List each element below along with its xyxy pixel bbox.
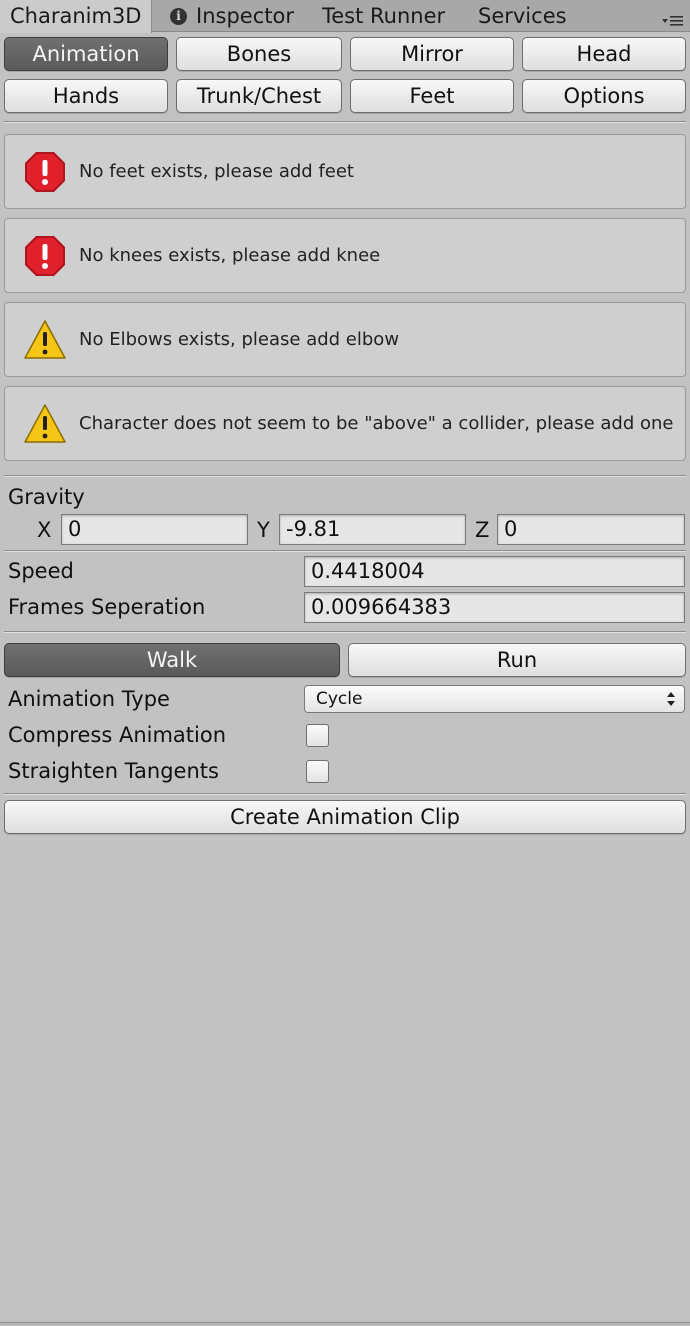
divider — [4, 121, 686, 123]
options-button[interactable]: Options — [522, 79, 686, 113]
tab-inspector[interactable]: i Inspector — [170, 0, 294, 32]
animation-type-label: Animation Type — [8, 687, 170, 711]
speed-label: Speed — [8, 559, 74, 583]
error-message-feet: No feet exists, please add feet — [4, 134, 686, 209]
walk-button[interactable]: Walk — [4, 643, 340, 677]
feet-button[interactable]: Feet — [350, 79, 514, 113]
speed-field[interactable]: 0.4418004 — [304, 556, 685, 587]
compress-animation-checkbox[interactable] — [306, 724, 329, 747]
animation-type-dropdown[interactable]: Cycle — [304, 685, 685, 713]
tab-services[interactable]: Services — [478, 0, 567, 32]
gravity-y-field[interactable]: -9.81 — [279, 514, 466, 545]
run-button[interactable]: Run — [348, 643, 686, 677]
error-icon — [25, 151, 65, 192]
gravity-z-label: Z — [475, 518, 490, 542]
tab-charanim3d[interactable]: Charanim3D — [0, 0, 152, 33]
warning-icon — [24, 319, 66, 359]
tab-test-runner[interactable]: Test Runner — [322, 0, 445, 32]
window-tab-bar: Charanim3D i Inspector Test Runner Servi… — [0, 0, 690, 33]
tab-menu-icon[interactable] — [662, 14, 684, 28]
warning-message-collider: Character does not seem to be "above" a … — [4, 386, 686, 461]
head-button[interactable]: Head — [522, 37, 686, 71]
message-text: Character does not seem to be "above" a … — [79, 413, 674, 434]
error-message-knees: No knees exists, please add knee — [4, 218, 686, 293]
create-animation-clip-button[interactable]: Create Animation Clip — [4, 800, 686, 834]
hands-button[interactable]: Hands — [4, 79, 168, 113]
divider — [4, 550, 686, 552]
dropdown-arrows-icon — [667, 692, 675, 706]
error-icon — [25, 235, 65, 276]
trunk-chest-button[interactable]: Trunk/Chest — [176, 79, 342, 113]
animation-type-value: Cycle — [316, 689, 363, 709]
straighten-tangents-label: Straighten Tangents — [8, 759, 219, 783]
message-text: No Elbows exists, please add elbow — [79, 329, 400, 350]
message-text: No feet exists, please add feet — [79, 161, 354, 182]
bottom-border — [0, 1322, 690, 1326]
tab-inspector-label: Inspector — [196, 4, 294, 28]
frames-seperation-label: Frames Seperation — [8, 595, 206, 619]
mirror-button[interactable]: Mirror — [350, 37, 514, 71]
gravity-label: Gravity — [8, 485, 85, 509]
gravity-y-label: Y — [257, 518, 270, 542]
straighten-tangents-checkbox[interactable] — [306, 760, 329, 783]
animation-button[interactable]: Animation — [4, 37, 168, 71]
gravity-x-label: X — [37, 518, 52, 542]
info-icon: i — [170, 7, 187, 25]
bones-button[interactable]: Bones — [176, 37, 342, 71]
frames-seperation-field[interactable]: 0.009664383 — [304, 592, 685, 623]
message-text: No knees exists, please add knee — [79, 245, 381, 266]
warning-icon — [24, 403, 66, 443]
divider — [4, 793, 686, 795]
gravity-z-field[interactable]: 0 — [497, 514, 685, 545]
divider — [4, 631, 686, 633]
gravity-x-field[interactable]: 0 — [61, 514, 248, 545]
compress-animation-label: Compress Animation — [8, 723, 227, 747]
divider — [4, 475, 686, 477]
warning-message-elbows: No Elbows exists, please add elbow — [4, 302, 686, 377]
